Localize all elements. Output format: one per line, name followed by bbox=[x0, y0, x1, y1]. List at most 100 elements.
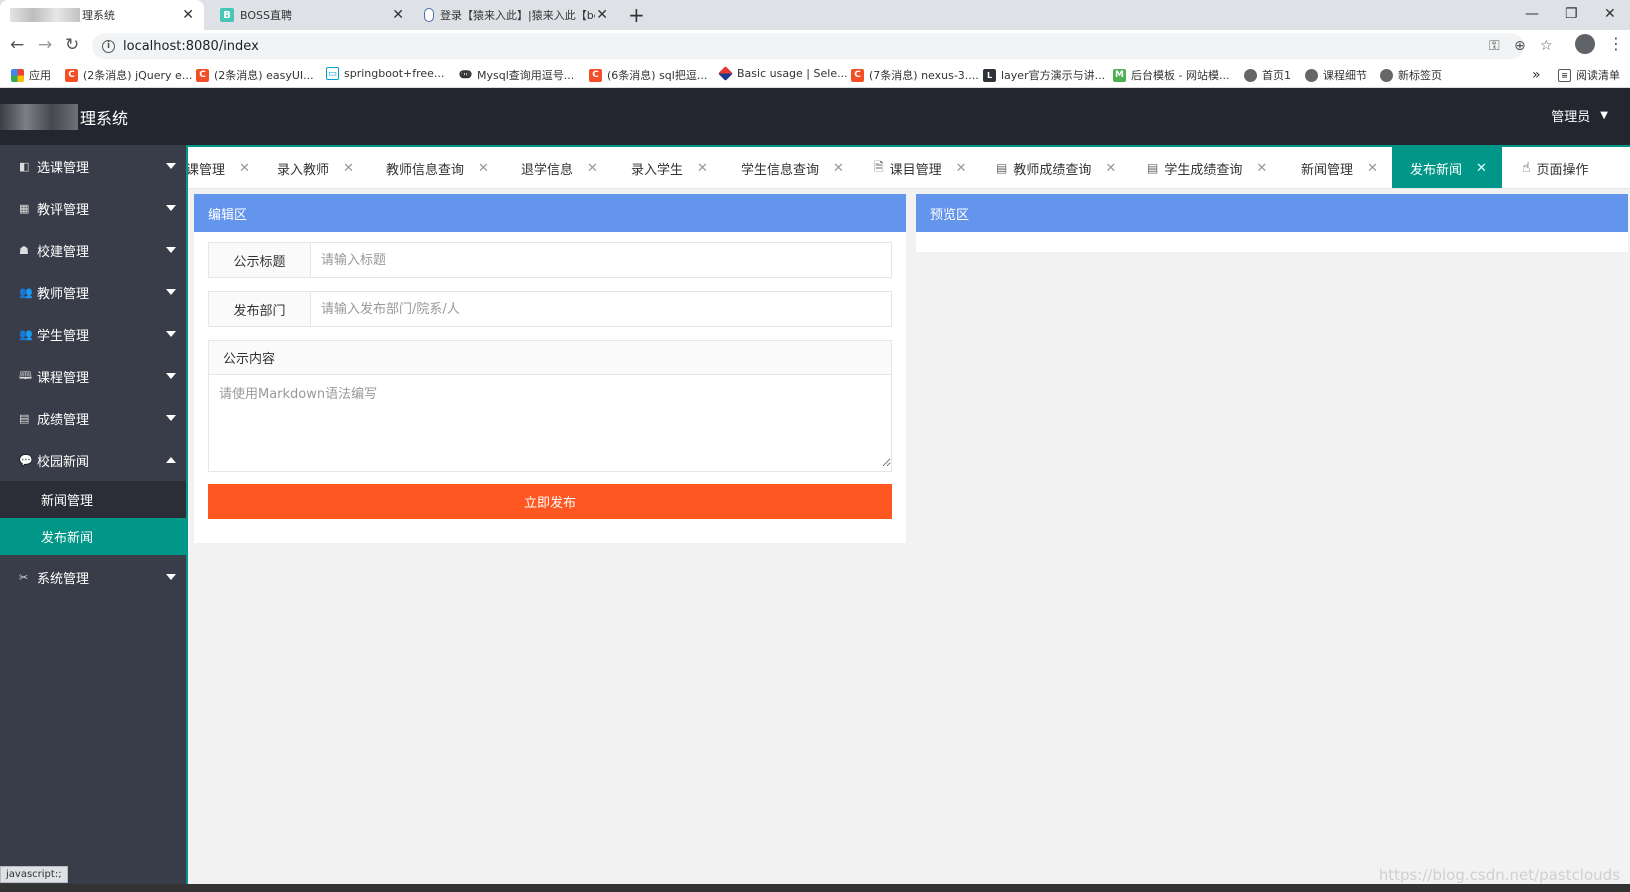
tab-news-manage[interactable]: 新闻管理 ✕ bbox=[1301, 147, 1378, 188]
sidebar-item-grades[interactable]: ▤ 成绩管理 bbox=[0, 397, 186, 439]
caret-down-icon: ▼ bbox=[1600, 110, 1608, 121]
more-bookmarks-button[interactable]: » bbox=[1532, 67, 1541, 83]
window-close-button[interactable]: ✕ bbox=[1604, 6, 1616, 22]
browser-tab-boss[interactable]: B BOSS直聘 ✕ bbox=[210, 0, 414, 30]
close-icon[interactable]: ✕ bbox=[1105, 161, 1116, 176]
tab-add-student[interactable]: 录入学生 ✕ bbox=[631, 147, 708, 188]
layer-icon: L bbox=[983, 68, 996, 82]
sidebar-item-courses[interactable]: 🕮 课程管理 bbox=[0, 355, 186, 397]
sidebar: ◧ 选课管理 ▦ 教评管理 ☗ 校建管理 👥 教师管理 👥 学生管理 🕮 课程管… bbox=[0, 145, 188, 892]
browser-tab-title: 登录【猿来入此】|猿来入此【be bbox=[440, 9, 595, 22]
bookmark-item[interactable]: C (2条消息) jQuery e... bbox=[65, 67, 192, 83]
bookmark-item[interactable]: Basic usage | Sele... bbox=[718, 66, 848, 81]
reading-list-button[interactable]: ≡ 阅读清单 bbox=[1558, 67, 1620, 83]
new-tab-button[interactable]: + bbox=[628, 3, 645, 27]
sidebar-item-students[interactable]: 👥 学生管理 bbox=[0, 313, 186, 355]
minimize-button[interactable]: — bbox=[1525, 6, 1539, 22]
close-icon[interactable]: ✕ bbox=[1367, 161, 1378, 176]
close-icon[interactable]: ✕ bbox=[239, 161, 250, 176]
app-logo[interactable]: 理系统 bbox=[0, 88, 128, 145]
tab-teacher-query[interactable]: 教师信息查询 ✕ bbox=[386, 147, 489, 188]
tab-course-manage[interactable]: 课管理 ✕ bbox=[188, 147, 250, 188]
content-label: 公示内容 bbox=[209, 341, 891, 375]
zoom-icon[interactable]: ⊕ bbox=[1514, 38, 1526, 54]
bookmark-item[interactable]: ↈ Mysql查询用逗号... bbox=[459, 67, 574, 83]
tab-label: 课管理 bbox=[188, 162, 226, 178]
restore-button[interactable]: ❐ bbox=[1565, 6, 1578, 22]
dept-input[interactable] bbox=[311, 292, 891, 326]
close-icon[interactable]: ✕ bbox=[956, 161, 967, 176]
sidebar-item-course-selection[interactable]: ◧ 选课管理 bbox=[0, 145, 186, 187]
reload-icon[interactable]: ↻ bbox=[65, 35, 79, 55]
tab-add-teacher[interactable]: 录入教师 ✕ bbox=[277, 147, 354, 188]
reading-list-label: 阅读清单 bbox=[1576, 69, 1620, 82]
sidebar-item-teachers[interactable]: 👥 教师管理 bbox=[0, 271, 186, 313]
close-icon[interactable]: ✕ bbox=[478, 161, 489, 176]
browser-tab-login[interactable]: 登录【猿来入此】|猿来入此【be ✕ bbox=[414, 0, 618, 30]
close-icon[interactable]: ✕ bbox=[343, 161, 354, 176]
close-icon[interactable]: ✕ bbox=[697, 161, 708, 176]
forward-icon[interactable]: → bbox=[38, 35, 52, 55]
close-icon[interactable]: ✕ bbox=[587, 161, 598, 176]
back-icon[interactable]: ← bbox=[10, 35, 24, 55]
tab-publish-news[interactable]: 发布新闻 ✕ bbox=[1392, 147, 1502, 188]
sidebar-item-label: 校园新闻 bbox=[37, 454, 90, 470]
globe-icon bbox=[1305, 68, 1318, 82]
close-icon[interactable]: ✕ bbox=[392, 7, 404, 23]
close-icon[interactable]: ✕ bbox=[596, 7, 608, 23]
tab-student-grades[interactable]: ▤ 学生成绩查询 ✕ bbox=[1147, 147, 1267, 188]
tab-label: 页面操作 bbox=[1536, 162, 1589, 178]
key-icon[interactable]: ⚿ bbox=[1489, 38, 1500, 54]
bookmark-item[interactable]: 新标签页 bbox=[1380, 67, 1442, 83]
sidebar-subitem-publish-news[interactable]: 发布新闻 bbox=[0, 518, 186, 555]
profile-avatar-icon[interactable] bbox=[1575, 34, 1595, 54]
bookmark-item[interactable]: 课程细节 bbox=[1305, 67, 1367, 83]
close-icon[interactable]: ✕ bbox=[1256, 161, 1267, 176]
bookmark-item[interactable]: 首页1 bbox=[1244, 67, 1291, 83]
content-textarea[interactable] bbox=[209, 375, 891, 467]
book-icon: 🕮 bbox=[19, 368, 32, 382]
title-label: 公示标题 bbox=[209, 243, 311, 277]
bookmark-apps[interactable]: 应用 bbox=[11, 67, 51, 83]
csdn-icon: C bbox=[589, 68, 602, 82]
tab-student-query[interactable]: 学生信息查询 ✕ bbox=[741, 147, 844, 188]
bookmark-label: (7条消息) nexus-3.... bbox=[869, 69, 979, 82]
info-icon[interactable]: i bbox=[102, 39, 115, 53]
editor-panel: 编辑区 公示标题 发布部门 公示内容 立即发布 bbox=[194, 194, 906, 543]
user-menu[interactable]: 管理员 ▼ bbox=[1551, 106, 1608, 125]
sidebar-subitem-news-manage[interactable]: 新闻管理 bbox=[0, 481, 186, 518]
sidebar-item-campus-news[interactable]: 💬 校园新闻 bbox=[0, 439, 186, 481]
bookmark-item[interactable]: C (2条消息) easyUI... bbox=[196, 67, 314, 83]
tab-dropout-info[interactable]: 退学信息 ✕ bbox=[521, 147, 598, 188]
tab-subject-manage[interactable]: 🗎 课目管理 ✕ bbox=[874, 147, 967, 188]
bookmark-item[interactable]: C (7条消息) nexus-3.... bbox=[851, 67, 979, 83]
blurred-title bbox=[10, 8, 80, 22]
url-field[interactable]: i localhost:8080/index ⚿ ⊕ ☆ bbox=[92, 33, 1553, 59]
close-icon[interactable]: ✕ bbox=[1476, 161, 1487, 176]
sidebar-item-system[interactable]: ✂ 系统管理 bbox=[0, 556, 186, 598]
more-menu-icon[interactable]: ⋮ bbox=[1608, 34, 1624, 53]
bookmark-label: Mysql查询用逗号... bbox=[477, 69, 575, 82]
close-icon[interactable]: ✕ bbox=[182, 7, 194, 23]
star-icon[interactable]: ☆ bbox=[1540, 38, 1553, 54]
bookmark-item[interactable]: L layer官方演示与讲... bbox=[983, 67, 1105, 83]
sidebar-item-label: 校建管理 bbox=[37, 244, 90, 260]
publish-button[interactable]: 立即发布 bbox=[208, 484, 892, 519]
bookmark-item[interactable]: M 后台模板 - 网站模... bbox=[1113, 67, 1229, 83]
csdn-icon: C bbox=[65, 68, 78, 82]
sidebar-item-campus-build[interactable]: ☗ 校建管理 bbox=[0, 229, 186, 271]
tab-label: 教师成绩查询 bbox=[1013, 162, 1092, 178]
tab-teacher-grades[interactable]: ▤ 教师成绩查询 ✕ bbox=[996, 147, 1116, 188]
bookmark-item[interactable]: ▭ springboot+free... bbox=[326, 67, 444, 80]
sidebar-item-label: 学生管理 bbox=[37, 328, 90, 344]
tab-page-actions[interactable]: ☝ 页面操作 bbox=[1522, 147, 1589, 188]
browser-tab-active[interactable]: 理系统 ✕ bbox=[0, 0, 204, 30]
close-icon[interactable]: ✕ bbox=[833, 161, 844, 176]
tab-label: 学生信息查询 bbox=[741, 162, 820, 178]
app-title: 理系统 bbox=[80, 108, 129, 128]
sidebar-item-teaching-eval[interactable]: ▦ 教评管理 bbox=[0, 187, 186, 229]
template-icon: M bbox=[1113, 68, 1126, 82]
title-input[interactable] bbox=[311, 243, 891, 277]
bookmark-item[interactable]: C (6条消息) sql把逗... bbox=[589, 67, 707, 83]
bottle-favicon-icon bbox=[424, 8, 434, 22]
